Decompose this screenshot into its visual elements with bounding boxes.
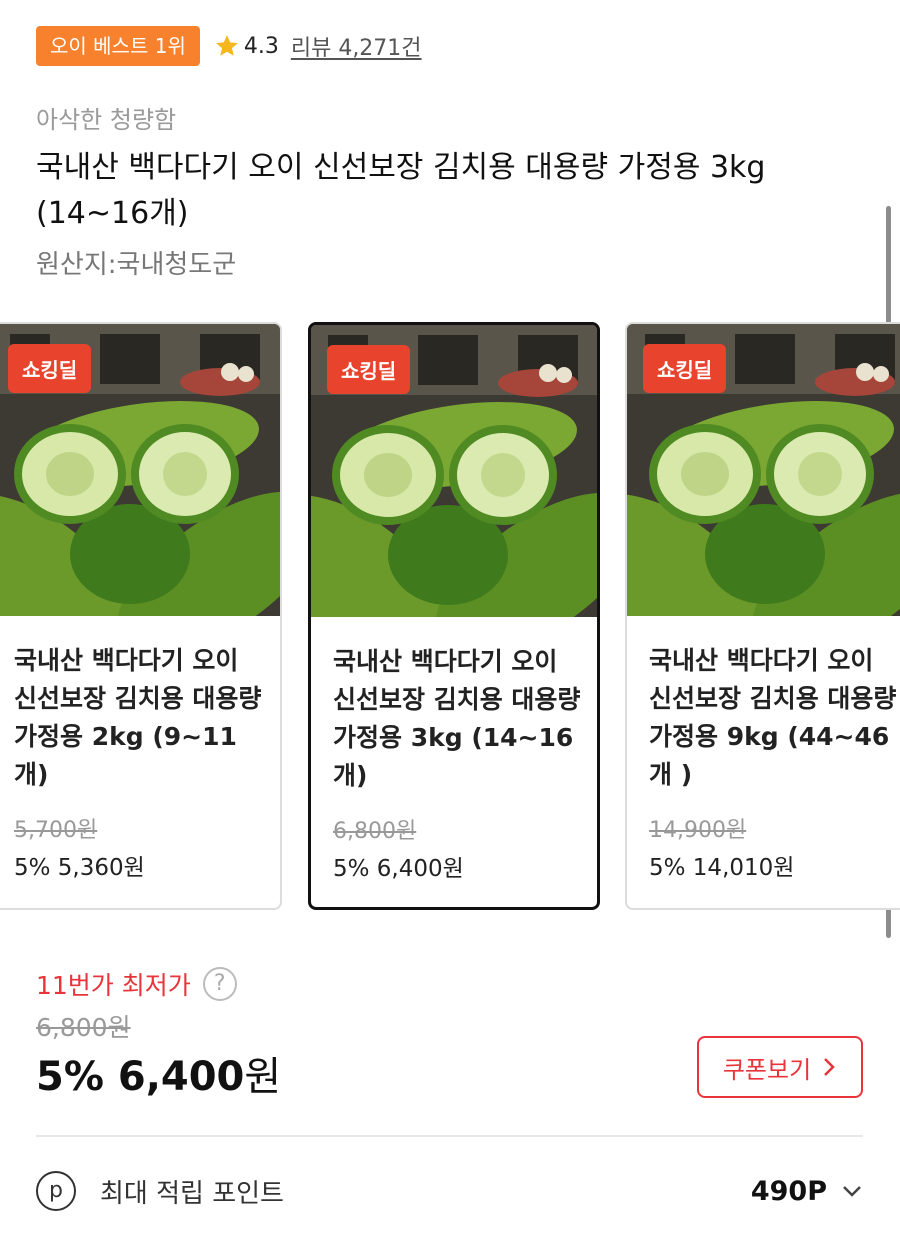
option-card-3kg[interactable]: 쇼킹딜 국내산 백다다기 오이 신선보장 김치용 대용량 가정용 3kg (14… bbox=[308, 322, 600, 910]
product-image: 쇼킹딜 bbox=[627, 324, 900, 616]
points-label: 최대 적립 포인트 bbox=[100, 1178, 284, 1209]
points-value: 490P bbox=[750, 1175, 827, 1207]
option-name: 국내산 백다다기 오이 신선보장 김치용 대용량 가정용 3kg (14~16개… bbox=[333, 647, 581, 790]
option-original-price: 14,900원 bbox=[649, 818, 747, 843]
shocking-deal-badge: 쇼킹딜 bbox=[643, 344, 727, 393]
option-carousel[interactable]: 쇼킹딜 국내산 백다다기 오이 신선보장 김치용 대용량 가정용 2kg (9~… bbox=[0, 322, 900, 912]
option-name: 국내산 백다다기 오이 신선보장 김치용 대용량 가정용 2kg (9~11개) bbox=[14, 646, 262, 789]
view-coupon-button[interactable]: 쿠폰보기 bbox=[697, 1036, 863, 1098]
lowest-price-label: 11번가 최저가 bbox=[36, 971, 191, 1000]
shocking-deal-badge: 쇼킹딜 bbox=[327, 345, 411, 394]
product-subtitle: 아삭한 청량함 bbox=[36, 106, 177, 134]
max-points-row[interactable]: p 최대 적립 포인트 490P bbox=[36, 1166, 863, 1216]
product-image: 쇼킹딜 bbox=[0, 324, 280, 616]
final-amount: 6,400 bbox=[117, 1054, 245, 1100]
option-card-9kg[interactable]: 쇼킹딜 국내산 백다다기 오이 신선보장 김치용 대용량 가정용 9kg (44… bbox=[625, 322, 900, 910]
option-sale-price: 5% 14,010원 bbox=[649, 855, 795, 881]
review-count-link[interactable]: 리뷰 4,271건 bbox=[291, 30, 422, 62]
option-original-price: 6,800원 bbox=[333, 819, 417, 844]
discount-rate: 5% bbox=[36, 1054, 104, 1100]
help-icon[interactable]: ? bbox=[202, 967, 237, 1001]
option-original-price: 5,700원 bbox=[14, 818, 98, 843]
chevron-right-icon bbox=[824, 1058, 835, 1076]
rating-score: 4.3 bbox=[243, 33, 279, 59]
product-image: 쇼킹딜 bbox=[311, 325, 597, 617]
product-title: 국내산 백다다기 오이 신선보장 김치용 대용량 가정용 3kg (14~16개… bbox=[36, 150, 766, 231]
star-icon bbox=[216, 35, 238, 56]
rating-row: 오이 베스트 1위 4.3 리뷰 4,271건 bbox=[36, 26, 422, 66]
option-sale-price: 5% 5,360원 bbox=[14, 855, 145, 881]
option-name: 국내산 백다다기 오이 신선보장 김치용 대용량 가정용 9kg (44~46개… bbox=[649, 646, 897, 789]
chevron-down-icon[interactable] bbox=[841, 1180, 863, 1202]
point-icon: p bbox=[36, 1171, 76, 1211]
option-card-2kg[interactable]: 쇼킹딜 국내산 백다다기 오이 신선보장 김치용 대용량 가정용 2kg (9~… bbox=[0, 322, 282, 910]
coupon-button-label: 쿠폰보기 bbox=[722, 1055, 812, 1084]
shocking-deal-badge: 쇼킹딜 bbox=[8, 344, 92, 393]
best-seller-badge: 오이 베스트 1위 bbox=[36, 26, 200, 66]
final-price: 5% 6,400원 bbox=[36, 1044, 281, 1102]
option-sale-price: 5% 6,400원 bbox=[333, 856, 464, 882]
original-price: 6,800원 bbox=[36, 1013, 131, 1042]
product-origin: 원산지:국내청도군 bbox=[36, 250, 237, 280]
lowest-price-row: 11번가 최저가 ? bbox=[36, 966, 237, 1002]
currency-unit: 원 bbox=[244, 1054, 282, 1100]
section-divider bbox=[36, 1135, 863, 1137]
